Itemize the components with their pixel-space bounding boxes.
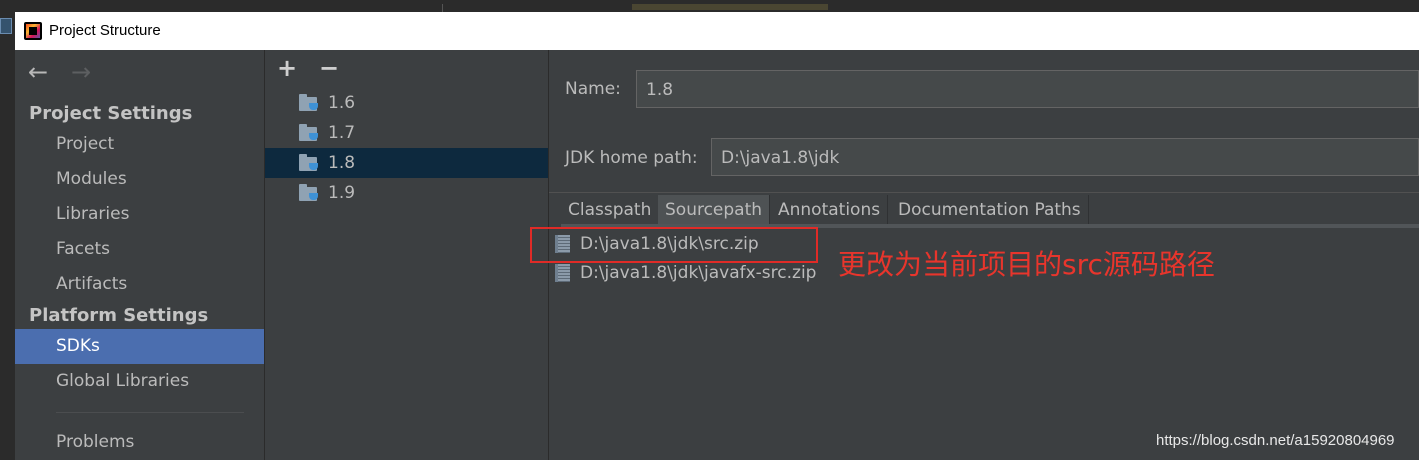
platform-settings-heading: Platform Settings — [29, 305, 209, 326]
tab-annotations[interactable]: Annotations — [771, 195, 889, 225]
jdk-folder-icon — [299, 184, 321, 202]
tab-documentation-paths[interactable]: Documentation Paths — [891, 195, 1089, 225]
watermark: https://blog.csdn.net/a15920804969 — [1156, 432, 1395, 449]
jdk-folder-icon — [299, 124, 321, 142]
jdk-folder-icon — [299, 154, 321, 172]
project-settings-heading: Project Settings — [29, 103, 193, 124]
sdk-item-label: 1.8 — [328, 153, 356, 173]
intellij-logo-icon — [24, 22, 42, 40]
tab-sourcepath[interactable]: Sourcepath — [658, 195, 771, 225]
jdk-home-path-field[interactable]: D:\java1.8\jdk — [711, 138, 1419, 176]
jdk-home-path-label: JDK home path: — [565, 148, 698, 168]
name-field[interactable]: 1.8 — [636, 70, 1419, 108]
forward-arrow-icon[interactable]: → — [71, 60, 91, 84]
sidebar-item-modules[interactable]: Modules — [15, 162, 264, 197]
sdk-item-label: 1.6 — [328, 93, 356, 113]
sidebar-item-project[interactable]: Project — [15, 127, 264, 162]
jdk-folder-icon — [299, 94, 321, 112]
background-tab-hint — [632, 4, 828, 10]
sidebar-item-problems[interactable]: Problems — [15, 425, 264, 460]
background-window-icon — [0, 18, 12, 34]
highlight-box — [530, 227, 818, 263]
sidebar-item-sdks[interactable]: SDKs — [15, 329, 264, 364]
annotation-text: 更改为当前项目的src源码路径 — [838, 248, 1215, 281]
sidebar-item-artifacts[interactable]: Artifacts — [15, 267, 264, 302]
window-title: Project Structure — [49, 22, 161, 39]
sdk-item-1-9[interactable]: 1.9 — [265, 178, 548, 208]
background-divider — [442, 4, 443, 12]
background-window-strip — [0, 0, 1419, 12]
title-bar: Project Structure — [15, 12, 1419, 50]
background-window-edge — [0, 12, 15, 460]
add-sdk-button[interactable]: + — [277, 55, 297, 81]
archive-icon — [555, 264, 570, 282]
sidebar-divider — [56, 412, 244, 413]
name-label: Name: — [565, 79, 621, 99]
remove-sdk-button[interactable]: − — [319, 55, 339, 81]
sidebar-item-libraries[interactable]: Libraries — [15, 197, 264, 232]
sdk-item-1-8[interactable]: 1.8 — [265, 148, 548, 178]
sdk-item-1-7[interactable]: 1.7 — [265, 118, 548, 148]
sidebar-item-facets[interactable]: Facets — [15, 232, 264, 267]
sdk-tabs: Classpath Sourcepath Annotations Documen… — [549, 192, 1419, 225]
sdk-item-label: 1.9 — [328, 183, 356, 203]
tab-classpath[interactable]: Classpath — [561, 195, 660, 225]
sdk-item-label: 1.7 — [328, 123, 356, 143]
sidebar-item-global-libraries[interactable]: Global Libraries — [15, 364, 264, 399]
sidebar: ← → Project Settings Project Modules Lib… — [15, 50, 265, 460]
sdk-list-panel: + − 1.6 1.7 1.8 1.9 — [265, 50, 549, 460]
back-arrow-icon[interactable]: ← — [28, 60, 48, 84]
sdk-item-1-6[interactable]: 1.6 — [265, 88, 548, 118]
